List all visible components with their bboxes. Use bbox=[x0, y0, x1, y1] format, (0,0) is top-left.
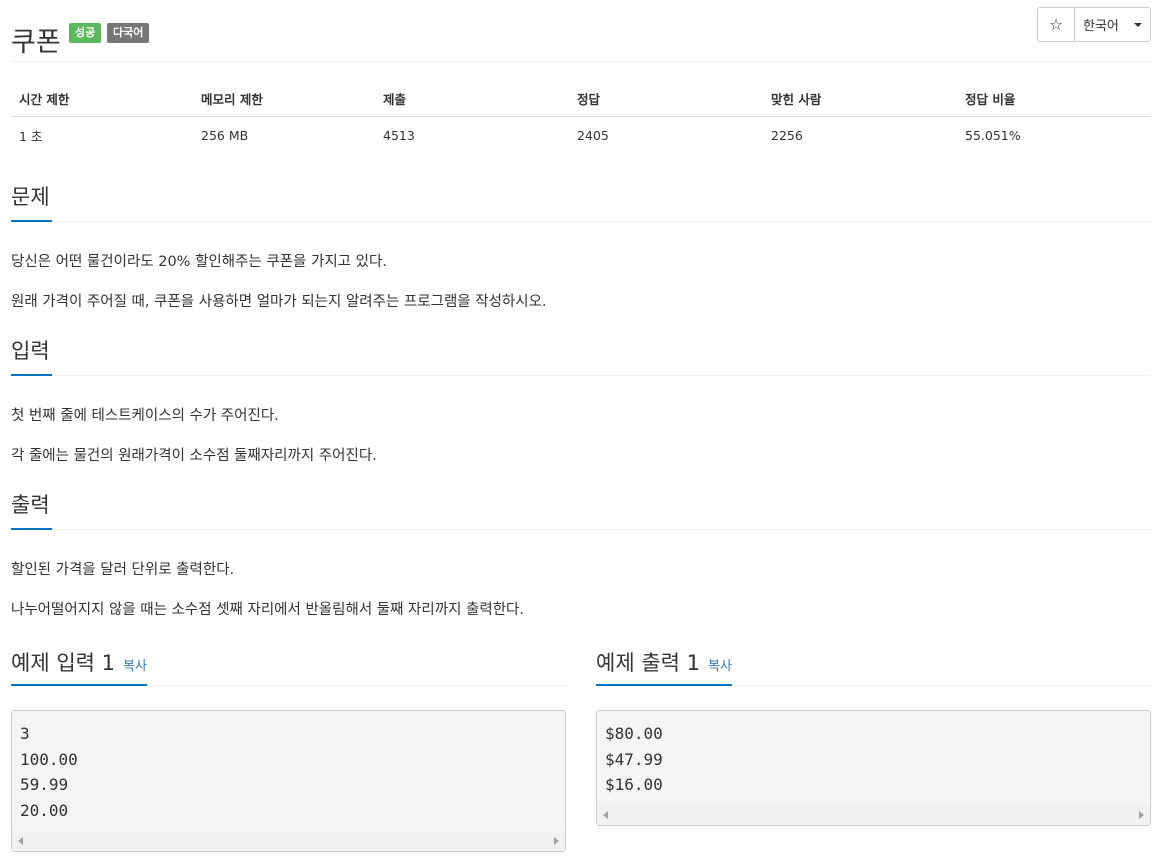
table-header-cell: 맞힌 사람 bbox=[771, 91, 822, 107]
sample-input-section-title: 예제 입력 1 복사 bbox=[11, 646, 566, 686]
table-cell: 1 초 bbox=[19, 128, 43, 144]
table-header-cell: 정답 bbox=[577, 91, 601, 107]
copy-sample-input-link[interactable]: 복사 bbox=[123, 659, 147, 674]
table-cell: 4513 bbox=[383, 127, 415, 143]
status-badge-multilang: 다국어 bbox=[107, 23, 150, 43]
table-header-cell: 시간 제한 bbox=[19, 91, 70, 107]
sample-input-heading: 예제 입력 1 복사 bbox=[11, 646, 147, 686]
language-dropdown[interactable]: 한국어 bbox=[1075, 7, 1151, 42]
output-paragraph: 할인된 가격을 달러 단위로 출력한다. bbox=[11, 562, 235, 578]
table-row: 1 초 256 MB 4513 2405 2256 55.051% bbox=[11, 117, 1151, 153]
table-cell: 2256 bbox=[771, 127, 803, 143]
table-cell: 55.051% bbox=[965, 127, 1021, 143]
code-line: 3 bbox=[20, 724, 30, 743]
problem-info-table: 시간 제한 메모리 제한 제출 정답 맞힌 사람 정답 비율 1 초 256 M… bbox=[11, 80, 1151, 153]
sample-output-heading: 예제 출력 1 복사 bbox=[596, 646, 732, 686]
problem-paragraph: 원래 가격이 주어질 때, 쿠폰을 사용하면 얼마가 되는지 알려주는 프로그램… bbox=[11, 294, 547, 310]
code-line: $16.00 bbox=[605, 775, 663, 795]
page-title: 쿠폰 bbox=[11, 27, 61, 59]
input-paragraph: 첫 번째 줄에 테스트케이스의 수가 주어진다. bbox=[11, 408, 279, 424]
chevron-down-icon bbox=[1134, 22, 1142, 27]
problem-paragraph: 당신은 어떤 물건이라도 20% 할인해주는 쿠폰을 가지고 있다. bbox=[11, 254, 387, 270]
scroll-left-icon[interactable] bbox=[603, 811, 608, 819]
output-heading: 출력 bbox=[11, 490, 52, 530]
scroll-left-icon[interactable] bbox=[18, 837, 23, 845]
copy-sample-output-link[interactable]: 복사 bbox=[708, 659, 732, 674]
code-line: $47.99 bbox=[605, 749, 663, 769]
code-line: $80.00 bbox=[605, 724, 663, 743]
sample-output-code[interactable]: $80.00 $47.99 $16.00 bbox=[596, 710, 1151, 826]
problem-heading: 문제 bbox=[11, 182, 52, 222]
code-line: 20.00 bbox=[20, 801, 69, 821]
sample-output-section-title: 예제 출력 1 복사 bbox=[596, 646, 1151, 686]
star-icon: ☆ bbox=[1048, 15, 1064, 34]
header-button-group: ☆ 한국어 bbox=[1037, 7, 1151, 42]
sample-input-code[interactable]: 3 100.00 59.99 20.00 bbox=[11, 710, 566, 852]
scroll-right-icon[interactable] bbox=[1139, 811, 1144, 819]
table-cell: 2405 bbox=[577, 127, 609, 143]
input-heading: 입력 bbox=[11, 336, 52, 376]
table-header-cell: 정답 비율 bbox=[965, 91, 1016, 107]
input-paragraph: 각 줄에는 물건의 원래가격이 소수점 둘째자리까지 주어진다. bbox=[11, 448, 377, 464]
input-section-title: 입력 bbox=[11, 336, 1151, 376]
code-line: 59.99 bbox=[20, 775, 69, 795]
output-paragraph: 나누어떨어지지 않을 때는 소수점 셋째 자리에서 반올림해서 둘째 자리까지 … bbox=[11, 602, 524, 618]
table-cell: 256 MB bbox=[201, 127, 249, 143]
horizontal-scrollbar[interactable] bbox=[597, 805, 1150, 825]
code-line: 100.00 bbox=[20, 749, 78, 769]
problem-header: 쿠폰 성공 다국어 ☆ 한국어 bbox=[11, 0, 1151, 62]
output-section-title: 출력 bbox=[11, 490, 1151, 530]
table-header-cell: 제출 bbox=[383, 91, 407, 107]
table-header-cell: 메모리 제한 bbox=[201, 91, 263, 107]
language-label: 한국어 bbox=[1083, 19, 1119, 34]
status-badge-success: 성공 bbox=[69, 23, 102, 43]
problem-section-title: 문제 bbox=[11, 182, 1151, 222]
sample-input-heading-text: 예제 입력 1 bbox=[11, 651, 115, 675]
horizontal-scrollbar[interactable] bbox=[12, 831, 565, 851]
sample-output-heading-text: 예제 출력 1 bbox=[596, 651, 700, 675]
scroll-right-icon[interactable] bbox=[554, 837, 559, 845]
table-header-row: 시간 제한 메모리 제한 제출 정답 맞힌 사람 정답 비율 bbox=[11, 80, 1151, 117]
star-button[interactable]: ☆ bbox=[1037, 7, 1075, 42]
